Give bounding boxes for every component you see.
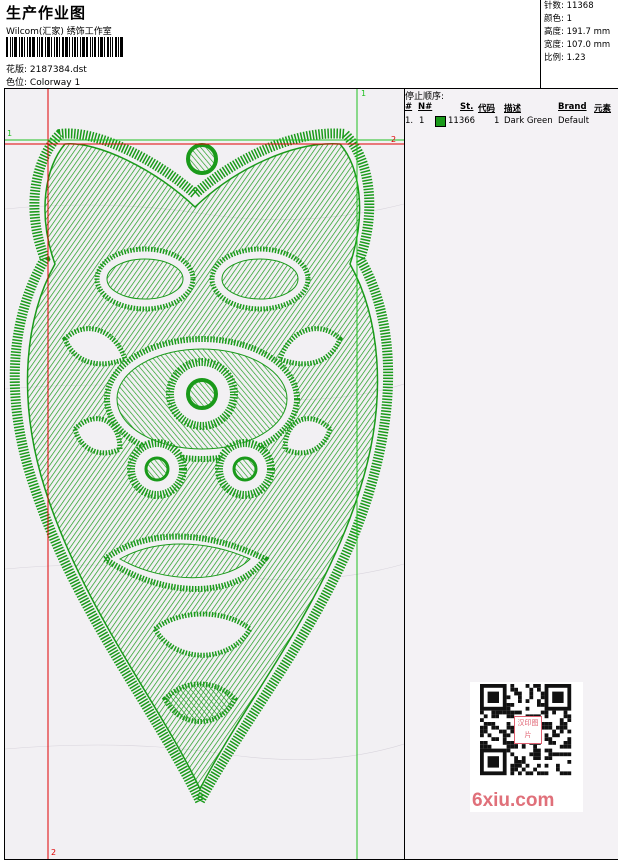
studio-name: Wilcom(汇家) 绣饰工作室 [6,27,112,37]
colorway-value: Colorway 1 [29,78,81,88]
watermark-text: 6xiu.com [472,790,555,811]
design-file-row: 花版: 2187384.dst [6,62,87,75]
color-swatch [435,116,446,127]
col-st: St. [460,102,474,112]
stat-height: 高度: 191.7 mm [544,27,611,37]
col-brand: Brand [558,102,587,112]
guide-label-red-bottom: 2 [51,848,56,857]
row-st: 11366 [448,116,476,126]
design-file-value: 2187384.dst [29,65,87,75]
row-num: 1. [405,116,414,126]
colorway-label: 色位: [6,78,28,88]
col-element: 元素 [594,104,612,114]
stop-sequence-title: 停止顺序: [405,92,445,102]
stat-stitches: 针数: 11368 [544,1,594,11]
stat-colors: 颜色: 1 [544,14,572,24]
col-desc: 描述 [504,104,522,114]
row-desc: Dark Green [504,116,553,126]
col-code: 代码 [478,104,496,114]
guide-label-red-right: 2 [391,135,396,144]
stamp-logo: 汉印图片 [514,716,542,744]
col-n: N# [418,102,433,112]
row-code: 1 [494,116,500,126]
lace-motif [9,128,394,812]
document-title: 生产作业图 [6,4,87,22]
row-n: 1 [419,116,425,126]
colorway-row: 色位: Colorway 1 [6,75,80,88]
stat-scale: 比例: 1.23 [544,53,586,63]
barcode [6,37,141,57]
guide-label-green-left: 1 [7,129,12,138]
stats-panel: 针数: 11368 颜色: 1 高度: 191.7 mm 宽度: 107.0 m… [540,0,620,88]
stat-width: 宽度: 107.0 mm [544,40,611,50]
design-file-label: 花版: [6,65,28,75]
embroidery-design: 1 1 2 2 [5,89,404,859]
row-brand: Default [558,116,590,126]
design-preview: 1 1 2 2 [5,89,405,859]
col-num: # [405,102,413,112]
guide-label-green-top: 1 [361,89,366,98]
